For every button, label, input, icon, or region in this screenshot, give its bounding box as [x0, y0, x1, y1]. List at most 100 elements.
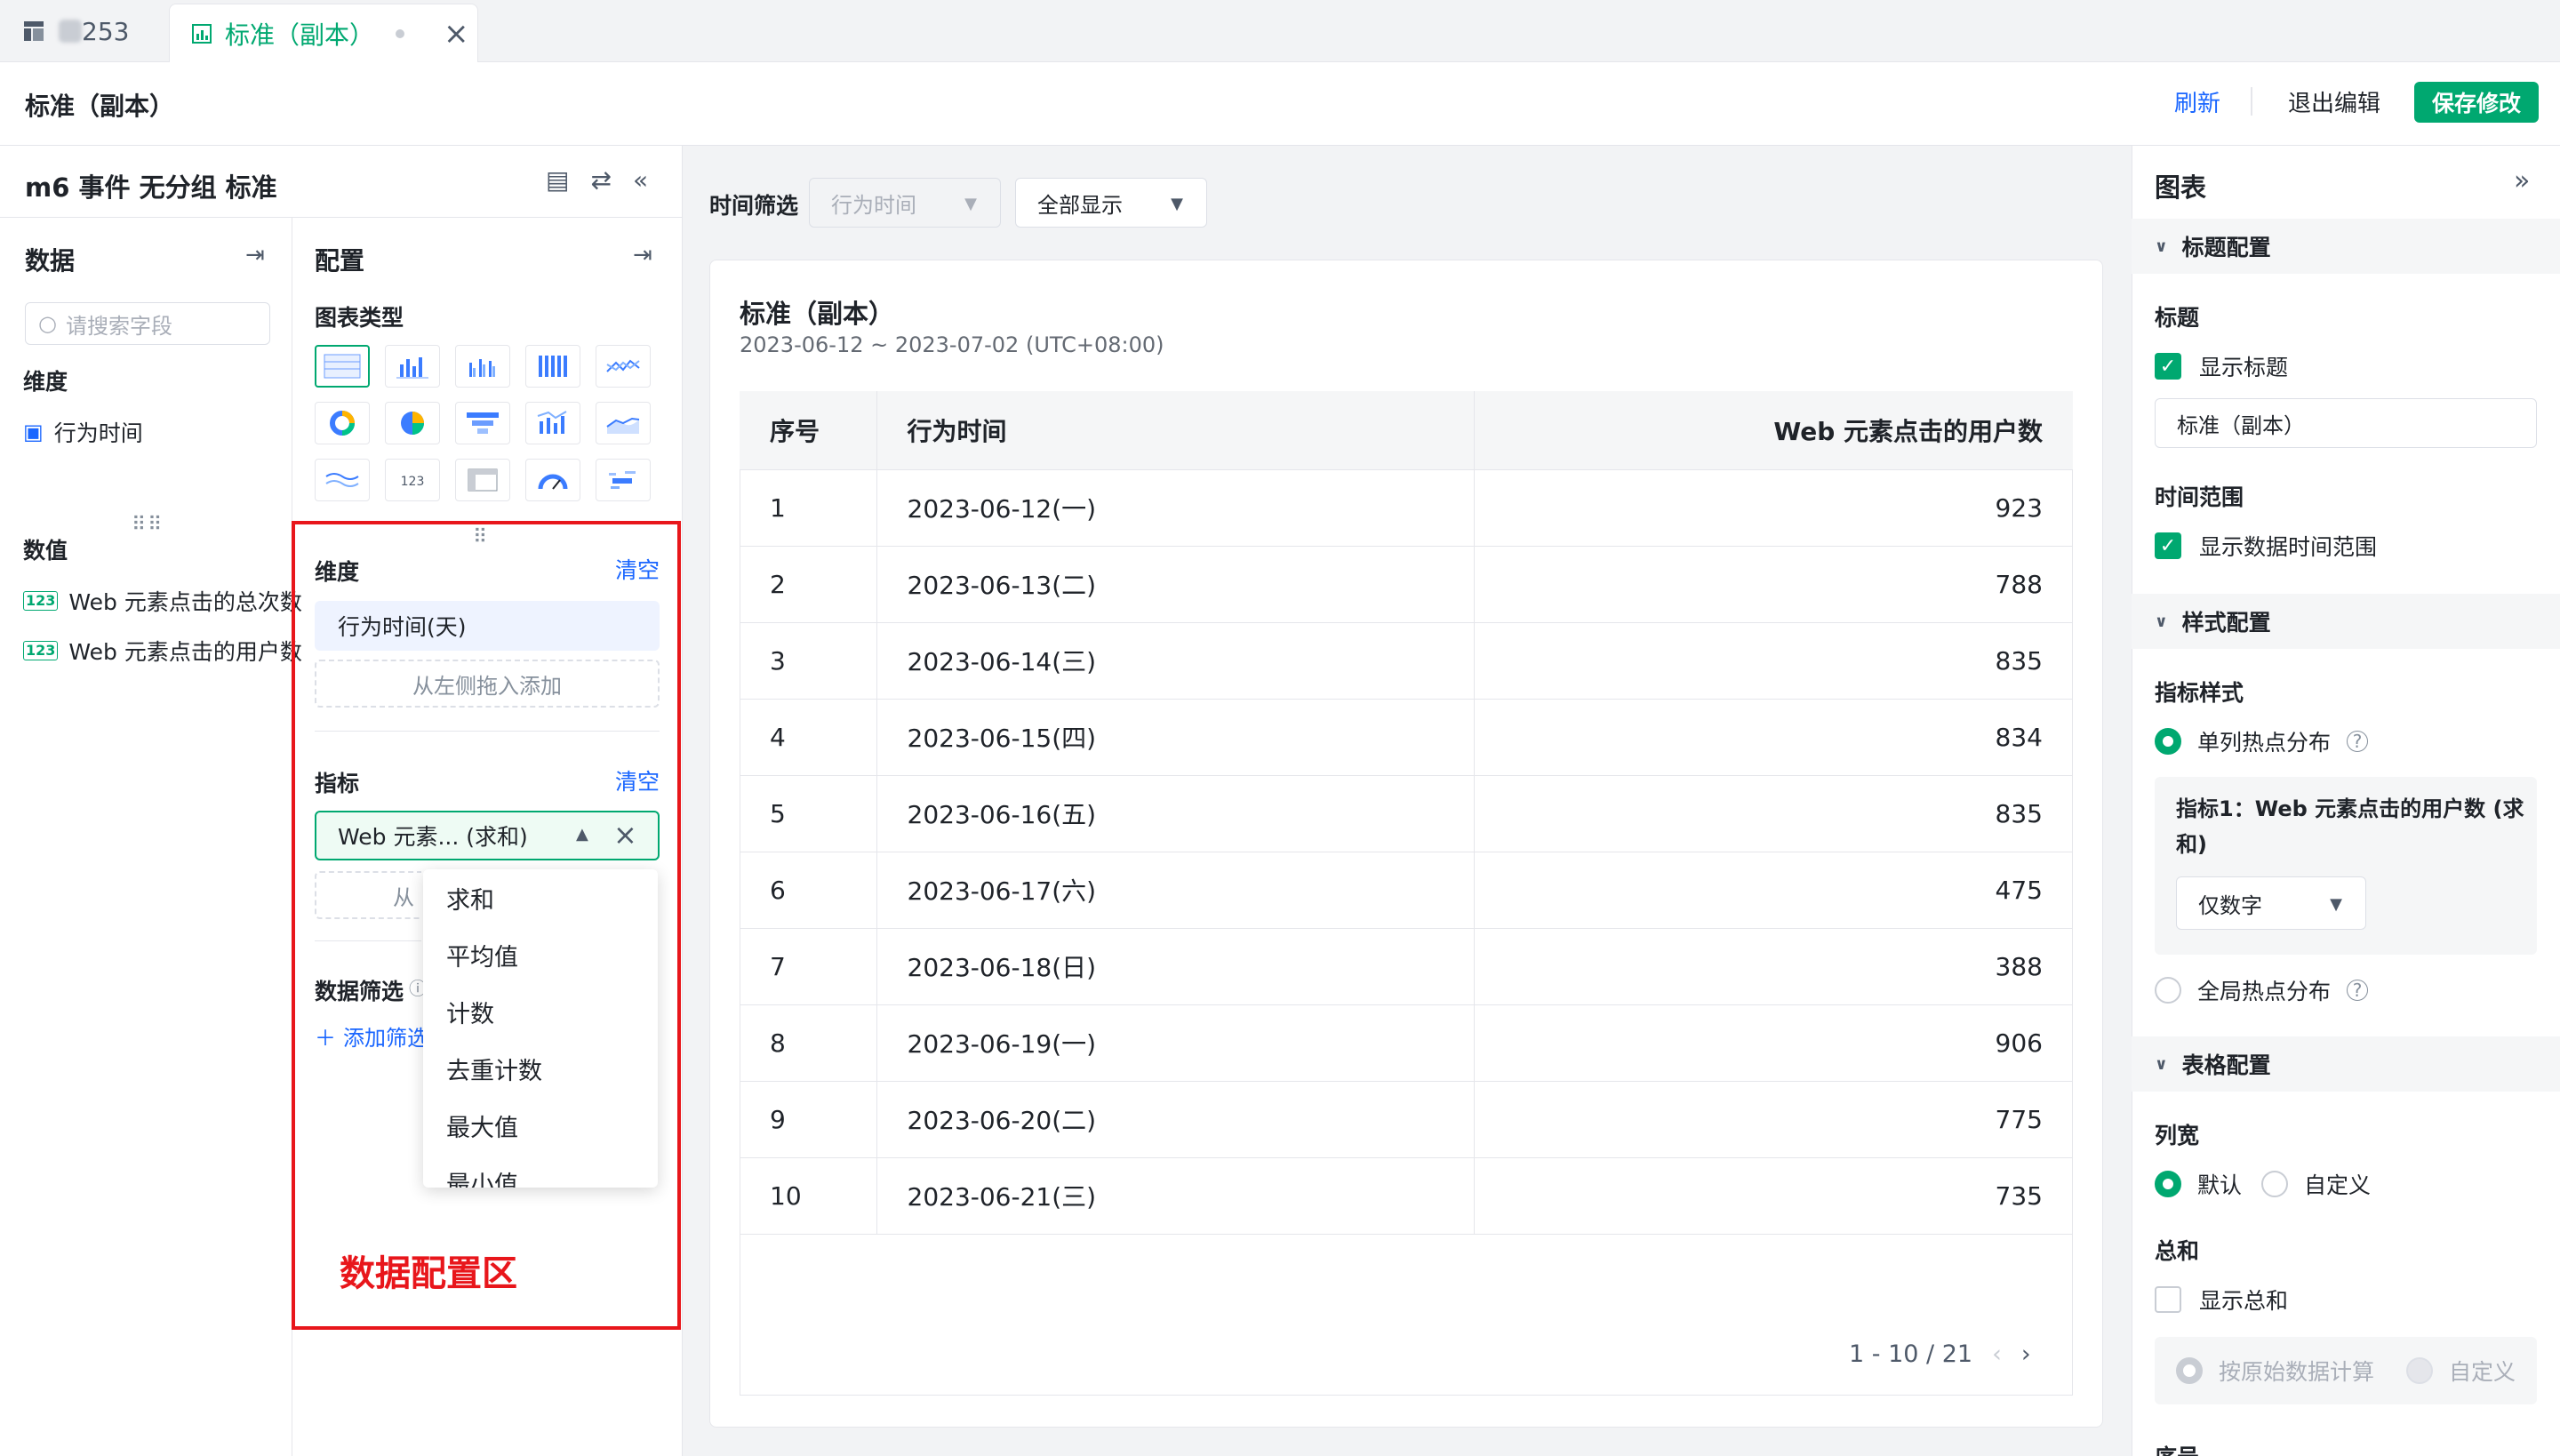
chart-type-combo[interactable] [525, 402, 580, 444]
help-icon[interactable]: ? [2347, 980, 2369, 1001]
calendar-icon: ▣ [23, 420, 44, 444]
add-filter-button[interactable]: ＋ 添加筛选 [315, 1020, 428, 1052]
row-value: 388 [1474, 928, 2073, 1005]
collapse-data-icon[interactable]: ⇥ [245, 242, 265, 268]
aggregation-option[interactable]: 平均值 [423, 926, 658, 983]
tab-dashboard[interactable]: 253 [0, 0, 167, 62]
chart-type-number[interactable]: 123 [385, 459, 440, 501]
tab-current-chart[interactable]: 标准（副本） × [169, 4, 478, 62]
section-table-config[interactable]: ∨ 表格配置 [2132, 1036, 2560, 1092]
checkbox-icon [2155, 1286, 2181, 1313]
title-label: 标题 [2155, 305, 2200, 331]
col-width-custom-radio[interactable]: 自定义 [2261, 1168, 2371, 1200]
row-value: 835 [1474, 622, 2073, 700]
chart-type-donut[interactable] [315, 402, 370, 444]
chart-type-grouped-bar[interactable] [455, 345, 510, 388]
field-label: Web 元素点击的用户数 [68, 639, 302, 665]
close-tab-icon[interactable]: × [444, 19, 469, 49]
pie-chart-icon [401, 412, 424, 435]
row-index: 1 [740, 469, 877, 547]
help-icon[interactable]: ? [2347, 731, 2369, 752]
chart-type-line[interactable] [596, 345, 651, 388]
column-chart-icon [539, 356, 567, 377]
column-header[interactable]: 序号 [740, 391, 877, 470]
drag-handle-icon[interactable]: ⠿ [473, 526, 489, 548]
caret-up-icon[interactable]: ▲ [576, 825, 588, 844]
save-button[interactable]: 保存修改 [2414, 82, 2539, 123]
column-header[interactable]: Web 元素点击的用户数 [1474, 391, 2073, 470]
chart-type-pivot[interactable] [455, 459, 510, 501]
collapse-config-icon[interactable]: ⇥ [633, 242, 652, 268]
page-info: 1 - 10 / 21 [1849, 1340, 1973, 1368]
row-index: 3 [740, 622, 877, 700]
dimension-chip[interactable]: 行为时间(天) [315, 601, 660, 651]
title-input[interactable]: 标准（副本） [2155, 398, 2537, 448]
bar-chart-icon [192, 23, 212, 44]
clear-dimension-button[interactable]: 清空 [615, 553, 660, 585]
chart-type-gauge[interactable] [525, 459, 580, 501]
field-item-dimension[interactable]: ▣ 行为时间 [23, 416, 143, 448]
drag-handle-icon[interactable]: ⠿⠿ [132, 514, 164, 536]
prev-page-icon[interactable]: ‹ [1992, 1340, 2002, 1368]
select-value: 仅数字 [2198, 892, 2262, 918]
aggregation-option[interactable]: 求和 [423, 869, 658, 926]
aggregation-option[interactable]: 最大值 [423, 1097, 658, 1154]
unsaved-dot-icon [396, 28, 405, 38]
metric-chip-label: Web 元素... (求和) [338, 824, 528, 850]
exit-edit-button[interactable]: 退出编辑 [2288, 85, 2380, 118]
table-row: 6 2023-06-17(六) 475 [740, 852, 2073, 929]
data-heading: 数据 [25, 246, 76, 276]
chart-type-column[interactable] [525, 345, 580, 388]
single-hot-radio[interactable]: 单列热点分布 ? [2155, 725, 2369, 757]
field-search-input[interactable]: ○ 请搜索字段 [25, 302, 270, 345]
aggregation-option[interactable]: 计数 [423, 983, 658, 1040]
value-heading: 数值 [23, 538, 68, 564]
section-title-config[interactable]: ∨ 标题配置 [2132, 219, 2560, 274]
chart-type-pie[interactable] [385, 402, 440, 444]
funnel-chart-icon [467, 412, 499, 434]
chevron-down-icon: ∨ [2155, 612, 2168, 631]
chart-type-area[interactable] [596, 402, 651, 444]
chart-type-wordcloud[interactable] [596, 459, 651, 501]
data-filter-heading: 数据筛选 [315, 979, 404, 1004]
next-page-icon[interactable]: › [2021, 1340, 2031, 1368]
remove-metric-icon[interactable]: × [613, 818, 637, 852]
number-card-icon: 123 [401, 475, 425, 489]
field-item-value[interactable]: 123 Web 元素点击的总次数 [23, 585, 302, 617]
number-style-select[interactable]: 仅数字 ▼ [2176, 876, 2366, 930]
collapse-right-icon[interactable]: » [2514, 165, 2530, 196]
display-mode-select[interactable]: 全部显示 ▼ [1015, 178, 1207, 228]
tab-label: 标准（副本） [225, 20, 375, 50]
chart-type-funnel[interactable] [455, 402, 510, 444]
field-item-value[interactable]: 123 Web 元素点击的用户数 [23, 635, 302, 667]
aggregation-option[interactable]: 最小值 [423, 1154, 658, 1188]
chart-type-bar[interactable] [385, 345, 440, 388]
row-date: 2023-06-18(日) [876, 928, 1475, 1005]
document-icon[interactable]: ▤ [546, 165, 569, 195]
table-icon [324, 354, 361, 379]
metric-name: 指标1：Web 元素点击的用户数 (求和) [2176, 796, 2524, 857]
show-title-checkbox[interactable]: ✓ 显示标题 [2155, 350, 2288, 382]
clear-metric-button[interactable]: 清空 [615, 764, 660, 796]
number-icon: 123 [23, 591, 59, 611]
by-raw-data-radio: 按原始数据计算 [2176, 1355, 2374, 1387]
metric-chip[interactable]: Web 元素... (求和) ▲ × [315, 811, 660, 860]
aggregation-option[interactable]: 去重计数 [423, 1040, 658, 1097]
col-width-default-radio[interactable]: 默认 [2155, 1168, 2242, 1200]
show-total-checkbox[interactable]: 显示总和 [2155, 1284, 2288, 1316]
metric-drop-zone[interactable]: 从 [315, 871, 421, 919]
divider [315, 731, 660, 732]
chart-type-wave[interactable] [315, 459, 370, 501]
table-row: 5 2023-06-16(五) 835 [740, 775, 2073, 852]
row-index: 2 [740, 546, 877, 623]
collapse-left-icon[interactable]: « [633, 165, 648, 195]
show-time-range-checkbox[interactable]: ✓ 显示数据时间范围 [2155, 530, 2377, 562]
switch-icon[interactable]: ⇄ [590, 165, 611, 195]
column-header[interactable]: 行为时间 [876, 391, 1475, 470]
dimension-drop-zone[interactable]: 从左侧拖入添加 [315, 660, 660, 708]
row-date: 2023-06-20(二) [876, 1081, 1475, 1158]
chart-type-table[interactable] [315, 345, 370, 388]
refresh-button[interactable]: 刷新 [2174, 85, 2220, 118]
section-style-config[interactable]: ∨ 样式配置 [2132, 594, 2560, 649]
global-hot-radio[interactable]: 全局热点分布 ? [2155, 974, 2369, 1006]
